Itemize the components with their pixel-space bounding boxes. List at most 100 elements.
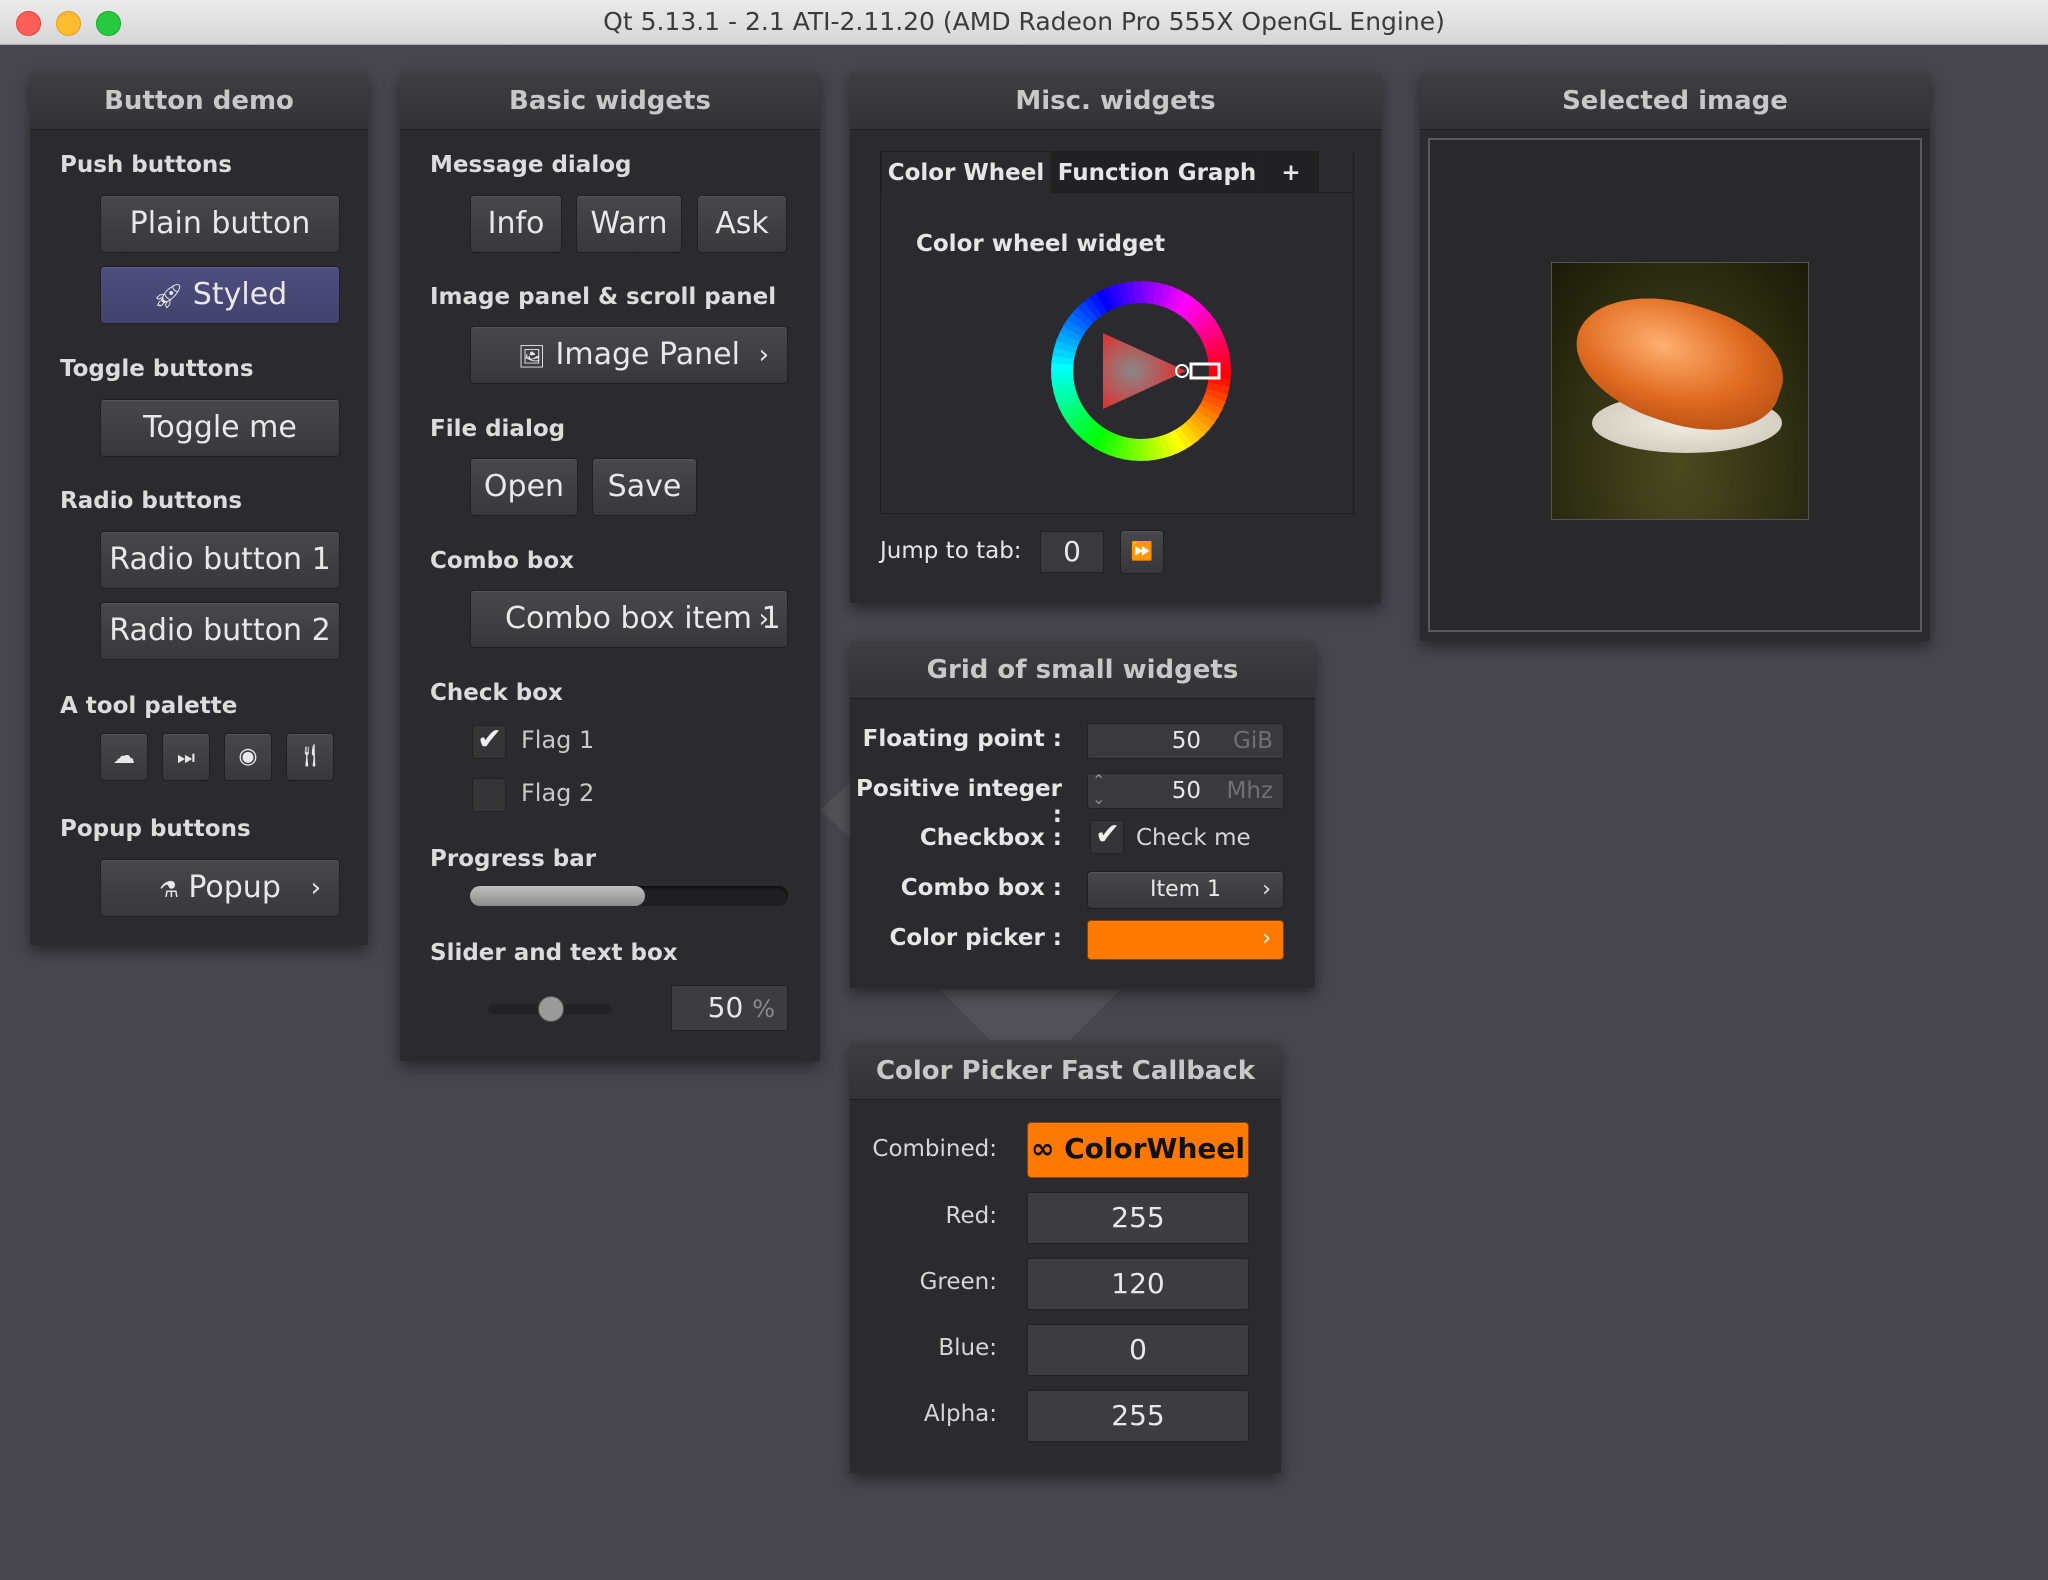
- styled-button[interactable]: 🚀︎ Styled: [100, 266, 340, 324]
- combo-box-label: Combo box: [430, 548, 575, 574]
- flask-icon: ⚗: [159, 878, 179, 903]
- red-value-field[interactable]: 255: [1027, 1192, 1249, 1244]
- window-title: Qt 5.13.1 - 2.1 ATI-2.11.20 (AMD Radeon …: [603, 7, 1445, 36]
- window-title[interactable]: Misc. widgets: [850, 73, 1381, 130]
- jump-to-tab-label: Jump to tab:: [880, 538, 1022, 564]
- file-dialog-label: File dialog: [430, 416, 566, 442]
- save-button[interactable]: Save: [592, 458, 697, 516]
- radio-button-2[interactable]: Radio button 2: [100, 602, 340, 660]
- floating-point-unit: GiB: [1233, 728, 1273, 754]
- jump-to-tab-button[interactable]: ⏩: [1120, 530, 1164, 574]
- utensils-tool-button[interactable]: 🍴︎: [286, 733, 334, 781]
- fast-forward-tool-button[interactable]: ⏭: [162, 733, 210, 781]
- tab-widget: Color Wheel Function Graph + Color wheel…: [880, 151, 1354, 514]
- info-button[interactable]: Info: [470, 195, 562, 253]
- check-me-checkbox[interactable]: ✔: [1090, 817, 1124, 854]
- styled-button-label: Styled: [192, 277, 288, 312]
- color-wheel-label: Color wheel widget: [916, 231, 1166, 257]
- flag-1-checkbox[interactable]: ✔: [472, 722, 506, 759]
- selected-image: [1551, 262, 1809, 520]
- cloud-icon: ☁: [113, 744, 135, 769]
- green-value-field[interactable]: 120: [1027, 1258, 1249, 1310]
- blue-value-field[interactable]: 0: [1027, 1324, 1249, 1376]
- basic-widgets-window: Basic widgets Message dialog Info Warn A…: [400, 73, 820, 1061]
- check-box-label: Check box: [430, 680, 563, 706]
- blue-label: Blue:: [938, 1335, 997, 1361]
- slider-unit: %: [752, 995, 775, 1023]
- floating-point-input[interactable]: 50 GiB: [1087, 723, 1284, 759]
- green-label: Green:: [919, 1269, 997, 1295]
- infinity-icon: ∞: [1031, 1132, 1055, 1165]
- selected-image-window: Selected image: [1420, 73, 1930, 641]
- color-picker-button[interactable]: ›: [1087, 920, 1284, 960]
- popup-button[interactable]: ⚗ Popup ›: [100, 859, 340, 917]
- misc-widgets-window: Misc. widgets Color Wheel Function Graph…: [850, 73, 1381, 603]
- red-label: Red:: [945, 1203, 997, 1229]
- combo-box-value: Combo box item 1: [505, 601, 781, 636]
- tab-function-graph[interactable]: Function Graph: [1052, 151, 1262, 193]
- chevron-right-icon: ›: [758, 604, 769, 634]
- progress-bar: [470, 886, 788, 906]
- image-panel-button[interactable]: 🖼︎ Image Panel ›: [470, 326, 788, 384]
- color-picker-label: Color picker :: [889, 925, 1062, 951]
- color-picker-callback-window: Color Picker Fast Callback Combined: ∞ C…: [850, 1043, 1281, 1473]
- window-title[interactable]: Color Picker Fast Callback: [850, 1043, 1281, 1100]
- fast-forward-icon: ⏩: [1130, 541, 1154, 562]
- positive-integer-input[interactable]: ⌃ ⌄ 50 Mhz: [1087, 772, 1284, 809]
- radio-button-1[interactable]: Radio button 1: [100, 531, 340, 589]
- plain-button[interactable]: Plain button: [100, 195, 340, 253]
- grid-combo-value: Item 1: [1149, 877, 1222, 902]
- alpha-value-field[interactable]: 255: [1027, 1390, 1249, 1442]
- ask-button[interactable]: Ask: [697, 195, 787, 253]
- color-wheel[interactable]: [1041, 271, 1241, 471]
- jump-to-tab-input[interactable]: 0: [1040, 531, 1104, 573]
- checkbox-label: Checkbox :: [919, 825, 1062, 851]
- checkmark-icon: ✔: [477, 722, 503, 757]
- message-dialog-label: Message dialog: [430, 152, 632, 178]
- tab-bar-border: [1052, 192, 1353, 193]
- slider-text-box[interactable]: 50 %: [671, 985, 788, 1031]
- grid-widgets-window: Grid of small widgets Floating point : 5…: [850, 642, 1315, 988]
- window-title[interactable]: Grid of small widgets: [850, 642, 1315, 699]
- skip-forward-icon: ⏭: [177, 745, 195, 769]
- window-title[interactable]: Basic widgets: [400, 73, 820, 130]
- compass-tool-button[interactable]: ◉: [224, 733, 272, 781]
- progress-bar-label: Progress bar: [430, 846, 597, 872]
- combo-box[interactable]: Combo box item 1 ›: [470, 590, 788, 648]
- chevron-right-icon: ›: [758, 340, 769, 370]
- colorwheel-button-label: ColorWheel: [1064, 1132, 1245, 1165]
- slider-value: 50: [707, 991, 744, 1024]
- tab-color-wheel[interactable]: Color Wheel: [881, 151, 1051, 193]
- chevron-right-icon: ›: [310, 873, 321, 903]
- button-demo-window: Button demo Push buttons Plain button 🚀︎…: [30, 73, 368, 945]
- slider-track[interactable]: [488, 996, 612, 1022]
- combined-label: Combined:: [872, 1136, 997, 1162]
- grid-combo-box[interactable]: Item 1 ›: [1087, 871, 1284, 909]
- floating-point-label: Floating point :: [862, 726, 1062, 752]
- image-view[interactable]: [1428, 138, 1922, 632]
- popup-button-label: Popup: [188, 870, 281, 905]
- radio-buttons-label: Radio buttons: [60, 488, 243, 514]
- open-button[interactable]: Open: [470, 458, 578, 516]
- warn-button[interactable]: Warn: [576, 195, 682, 253]
- popup-buttons-label: Popup buttons: [60, 816, 251, 842]
- add-tab-button[interactable]: +: [1263, 151, 1319, 193]
- progress-bar-fill: [470, 886, 645, 906]
- combo-box-label: Combo box :: [900, 875, 1062, 901]
- cloud-tool-button[interactable]: ☁: [100, 733, 148, 781]
- spinner-arrows-icon[interactable]: ⌃ ⌄: [1092, 772, 1105, 808]
- check-me-label: Check me: [1136, 825, 1251, 851]
- window-title[interactable]: Button demo: [30, 73, 368, 130]
- connector-shape-bottom: [940, 990, 1120, 1040]
- positive-integer-value: 50: [1171, 778, 1201, 804]
- slider-knob[interactable]: [538, 996, 564, 1022]
- flag-2-checkbox[interactable]: [472, 778, 506, 812]
- images-icon: 🖼︎: [518, 345, 546, 370]
- positive-integer-label: Positive integer :: [856, 776, 1062, 828]
- rocket-icon: 🚀︎: [152, 282, 184, 310]
- window-title[interactable]: Selected image: [1420, 73, 1930, 130]
- title-bar: Qt 5.13.1 - 2.1 ATI-2.11.20 (AMD Radeon …: [0, 0, 2048, 45]
- colorwheel-button[interactable]: ∞ ColorWheel: [1027, 1122, 1249, 1178]
- chevron-right-icon: ›: [1262, 877, 1271, 902]
- toggle-button[interactable]: Toggle me: [100, 399, 340, 457]
